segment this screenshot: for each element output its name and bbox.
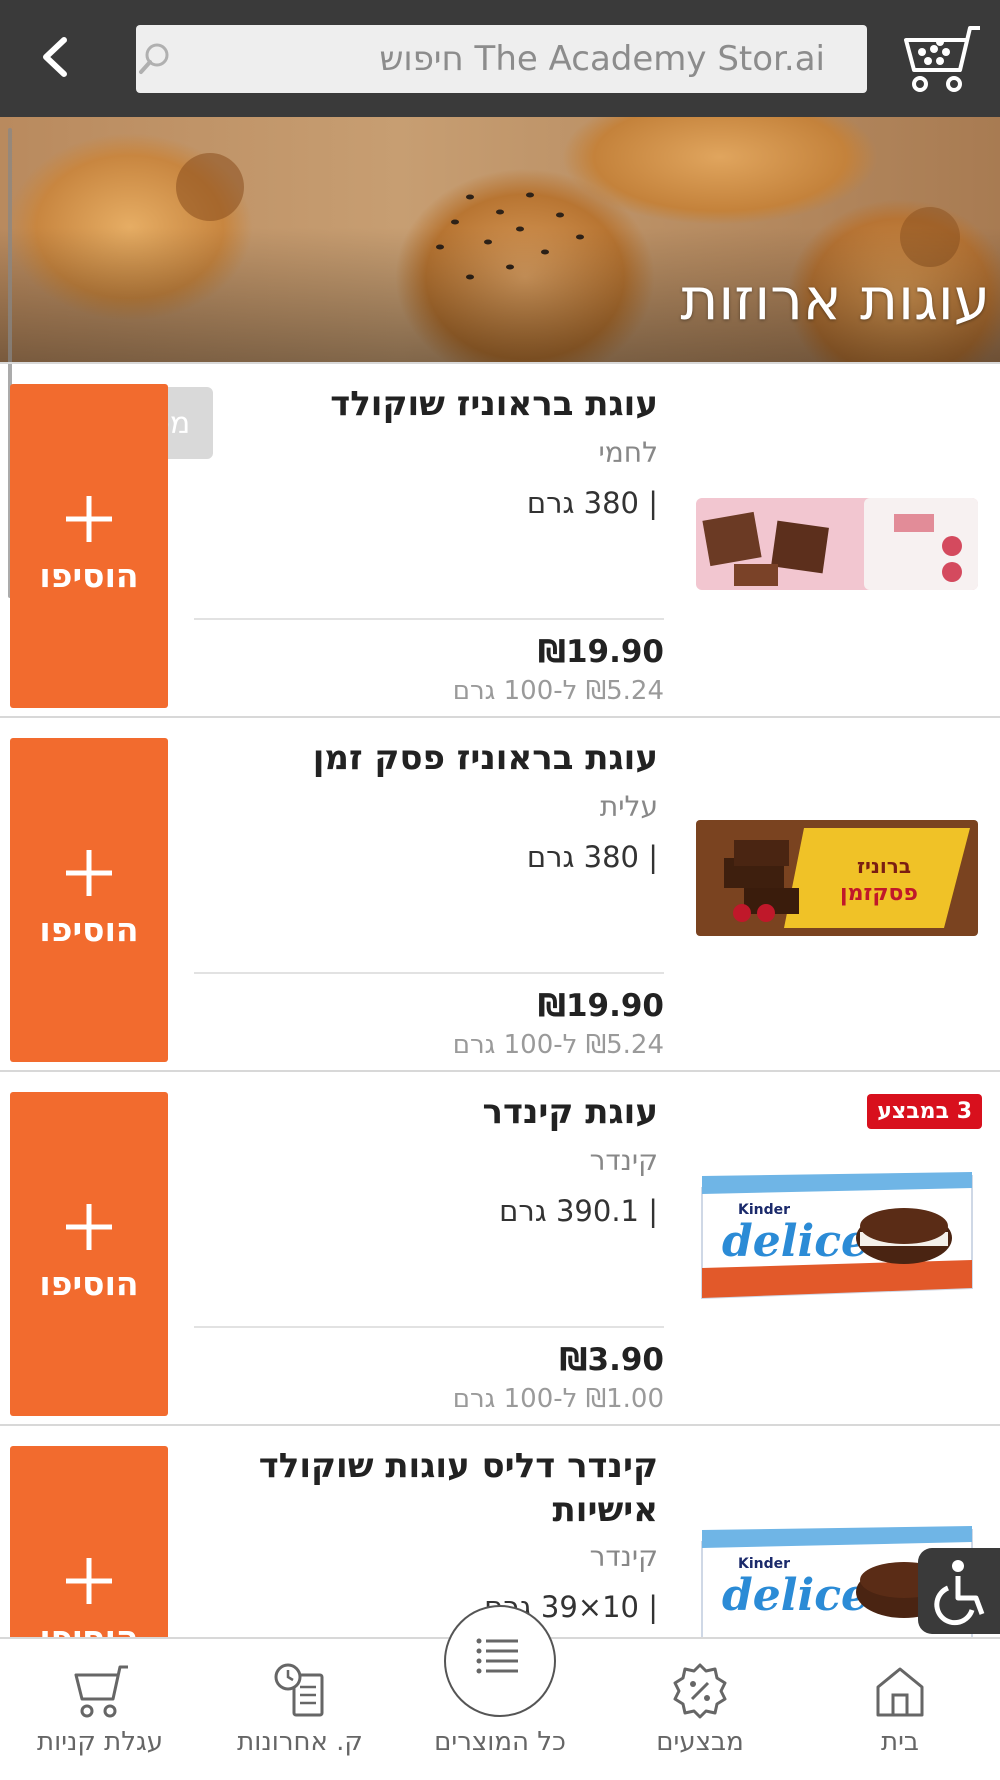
plus-icon [66,496,112,542]
unit-price: ₪5.24 ל-100 גרם [452,1030,664,1060]
svg-text:פסקזמן: פסקזמן [840,881,918,906]
product-brand: קינדר [589,1540,658,1573]
search-placeholder: חיפוש The Academy Stor.ai [379,39,825,79]
product-image[interactable]: Kinder delice [694,1168,980,1302]
plus-icon [66,1204,112,1250]
divider [194,618,664,620]
unit-price: ₪1.00 ל-100 גרם [452,1384,664,1414]
top-bar: חיפוש The Academy Stor.ai [0,0,1000,117]
product-brand: לחמי [598,436,659,469]
product-card[interactable]: הוסיפו עוגת בראוניז פסק זמן עלית | 380 ג… [0,716,1000,1070]
home-icon [876,1667,924,1717]
product-brand: קינדר [589,1144,658,1177]
nav-label: עגלת קניות [37,1727,163,1757]
nav-cart[interactable]: עגלת קניות [0,1639,200,1780]
list-icon [476,1638,518,1674]
nav-home[interactable]: בית [800,1639,1000,1780]
nav-label: ק. אחרונות [237,1727,363,1757]
add-to-cart-button[interactable]: הוסיפו [10,738,168,1062]
product-name[interactable]: עוגת בראוניז שוקולד [228,382,658,426]
product-card[interactable]: הוסיפו עוגת בראוניז שוקולד לחמי | 380 גר… [0,362,1000,716]
add-button-label: הוסיפו [39,556,139,595]
nav-deals[interactable]: מבצעים [600,1639,800,1780]
add-to-cart-button[interactable]: הוסיפו [10,1092,168,1416]
wheelchair-icon [934,1560,985,1626]
product-weight: | 390.1 גרם [499,1194,658,1228]
svg-text:ברוניז: ברוניז [857,854,911,878]
add-to-cart-button[interactable]: הוסיפו [10,384,168,708]
cart-icon [74,1665,128,1718]
add-to-cart-button[interactable]: הוסיפו [10,1446,168,1637]
add-button-label: הוסיפו [39,1264,139,1303]
unit-price: ₪5.24 ל-100 גרם [452,676,664,706]
product-brand: עלית [599,790,658,823]
product-card[interactable]: הוסיפו 3 במבצע עוגת קינדר קינדר | 390.1 … [0,1070,1000,1424]
svg-text:delice: delice [722,1570,869,1621]
nav-label: מבצעים [656,1727,744,1757]
product-image[interactable]: ברוניז פסקזמן [694,818,980,938]
product-image[interactable] [694,494,980,594]
product-list: הוסיפו עוגת בראוניז שוקולד לחמי | 380 גר… [0,362,1000,1637]
promo-badge: 3 במבצע [867,1094,982,1129]
product-weight: | 380 גרם [526,840,658,874]
product-name[interactable]: עוגת בראוניז פסק זמן [228,736,658,780]
product-name[interactable]: עוגת קינדר [228,1090,658,1134]
add-button-label: הוסיפו [39,910,139,949]
add-button-label: הוסיפו [10,1618,168,1637]
cart-icon[interactable] [900,22,984,96]
all-products-button[interactable] [444,1605,556,1717]
category-banner: עוגות ארוזות מסננים [0,117,1000,461]
product-price: ₪19.90 [537,988,664,1024]
divider [194,1326,664,1328]
accessibility-button[interactable] [918,1548,1000,1634]
recent-orders-icon [274,1663,324,1717]
nav-label: כל המוצרים [434,1727,566,1757]
search-icon [139,43,169,74]
search-input[interactable]: חיפוש The Academy Stor.ai [136,25,867,93]
divider [194,972,664,974]
product-price: ₪3.90 [559,1342,664,1378]
product-price: ₪19.90 [537,634,664,670]
plus-icon [66,1558,112,1604]
plus-icon [66,850,112,896]
discount-icon [673,1663,727,1719]
product-weight: | 380 גרם [526,486,658,520]
category-title: עוגות ארוזות [680,265,990,333]
nav-recent-orders[interactable]: ק. אחרונות [200,1639,400,1780]
svg-text:delice: delice [722,1216,869,1267]
back-chevron-icon[interactable] [22,22,92,92]
nav-label: בית [881,1727,919,1757]
product-name[interactable]: קינדר דליס עוגות שוקולד אישיות [228,1444,658,1532]
